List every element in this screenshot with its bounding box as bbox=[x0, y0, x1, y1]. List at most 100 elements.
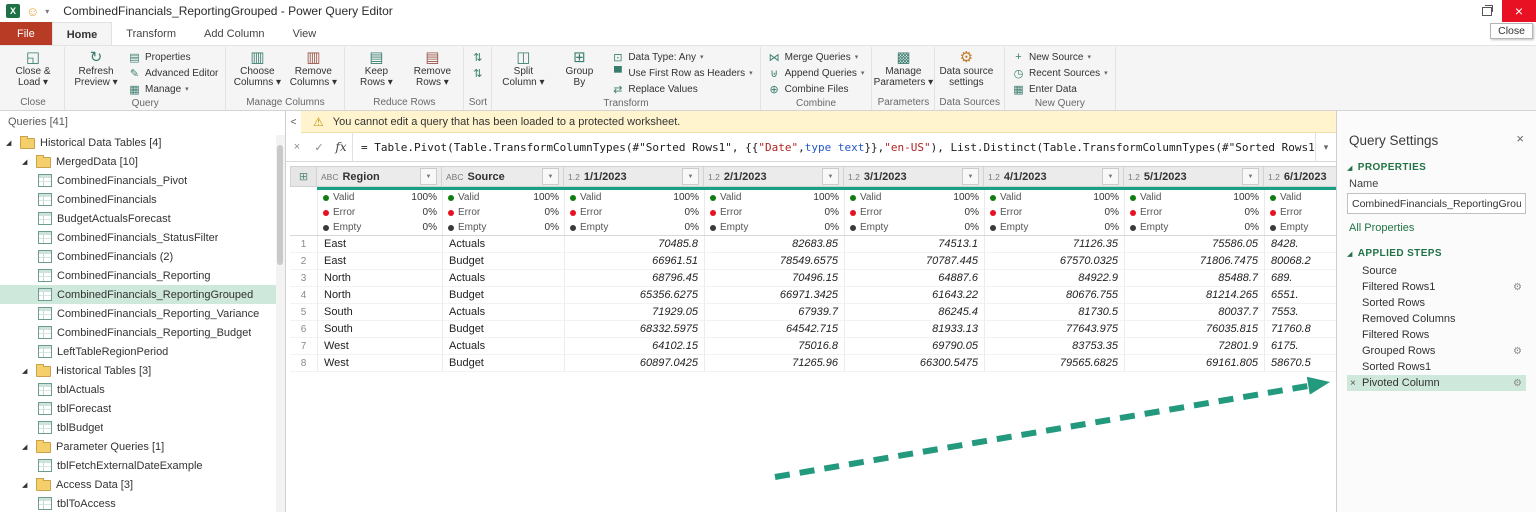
delete-step-icon[interactable]: × bbox=[1350, 378, 1356, 389]
column-header-source[interactable]: ABC Source ▼ bbox=[442, 166, 564, 187]
window-restore-button[interactable] bbox=[1472, 0, 1502, 22]
grid-cell[interactable]: 76035.815 bbox=[1124, 321, 1264, 338]
applied-step-sorted-rows1[interactable]: Sorted Rows1 bbox=[1347, 359, 1526, 375]
grid-cell[interactable]: 6551. bbox=[1264, 287, 1336, 304]
grid-cell[interactable]: 71126.35 bbox=[984, 236, 1124, 253]
grid-cell[interactable]: West bbox=[317, 355, 442, 372]
column-header-4-1-2023[interactable]: 1.2 4/1/2023 ▼ bbox=[984, 166, 1124, 187]
new-source-button[interactable]: + New Source ▾ bbox=[1009, 49, 1111, 65]
column-header-1-1-2023[interactable]: 1.2 1/1/2023 ▼ bbox=[564, 166, 704, 187]
query-item-combinedfinancials[interactable]: CombinedFinancials bbox=[0, 190, 285, 209]
query-item-combinedfinancials-reporting-variance[interactable]: CombinedFinancials_Reporting_Variance bbox=[0, 304, 285, 323]
step-settings-icon[interactable]: ⚙ bbox=[1513, 346, 1522, 357]
formula-input[interactable]: = Table.Pivot(Table.TransformColumnTypes… bbox=[352, 133, 1315, 161]
collapse-queries-pane-button[interactable]: < bbox=[286, 111, 301, 133]
query-item-tblbudget[interactable]: tblBudget bbox=[0, 418, 285, 437]
split-column-button[interactable]: ◫ Split Column ▾ bbox=[496, 48, 550, 97]
expander-icon[interactable]: ◢ bbox=[22, 481, 31, 489]
grid-cell[interactable]: 83753.35 bbox=[984, 338, 1124, 355]
expander-icon[interactable]: ◢ bbox=[22, 367, 31, 375]
column-header-3-1-2023[interactable]: 1.2 3/1/2023 ▼ bbox=[844, 166, 984, 187]
sort-descending-button[interactable]: ⇅ bbox=[468, 65, 487, 81]
filter-dropdown-icon[interactable]: ▼ bbox=[822, 168, 839, 185]
query-group-historical-tables-3[interactable]: ◢ Historical Tables [3] bbox=[0, 361, 285, 380]
grid-cell[interactable]: 68796.45 bbox=[564, 270, 704, 287]
grid-cell[interactable]: 81730.5 bbox=[984, 304, 1124, 321]
grid-cell[interactable]: 64887.6 bbox=[844, 270, 984, 287]
applied-step-source[interactable]: Source bbox=[1347, 263, 1526, 279]
grid-cell[interactable]: 7553. bbox=[1264, 304, 1336, 321]
refresh-preview-button[interactable]: ↻ Refresh Preview ▾ bbox=[69, 48, 123, 97]
grid-cell[interactable]: East bbox=[317, 236, 442, 253]
grid-cell[interactable]: 6175. bbox=[1264, 338, 1336, 355]
query-item-tblforecast[interactable]: tblForecast bbox=[0, 399, 285, 418]
grid-cell[interactable]: 85488.7 bbox=[1124, 270, 1264, 287]
grid-cell[interactable]: North bbox=[317, 287, 442, 304]
step-settings-icon[interactable]: ⚙ bbox=[1513, 378, 1522, 389]
enter-data-button[interactable]: ▦ Enter Data bbox=[1009, 81, 1111, 97]
grid-cell[interactable]: Budget bbox=[442, 253, 564, 270]
close-and-load-button[interactable]: ◱ Close & Load ▾ bbox=[6, 48, 60, 96]
grid-cell[interactable]: Budget bbox=[442, 355, 564, 372]
query-item-combinedfinancials-reporting-budget[interactable]: CombinedFinancials_Reporting_Budget bbox=[0, 323, 285, 342]
applied-step-grouped-rows[interactable]: Grouped Rows ⚙ bbox=[1347, 343, 1526, 359]
manage-query-button[interactable]: ▦ Manage ▾ bbox=[125, 81, 221, 97]
append-queries-button[interactable]: ⊎ Append Queries ▾ bbox=[765, 65, 868, 81]
grid-cell[interactable]: 84922.9 bbox=[984, 270, 1124, 287]
query-group-parameter-queries-1[interactable]: ◢ Parameter Queries [1] bbox=[0, 437, 285, 456]
query-item-tblfetchexternaldateexample[interactable]: tblFetchExternalDateExample bbox=[0, 456, 285, 475]
query-item-budgetactualsforecast[interactable]: BudgetActualsForecast bbox=[0, 209, 285, 228]
grid-cell[interactable]: 70496.15 bbox=[704, 270, 844, 287]
grid-cell[interactable]: 71806.7475 bbox=[1124, 253, 1264, 270]
grid-cell[interactable]: West bbox=[317, 338, 442, 355]
query-item-combinedfinancials-statusfilter[interactable]: CombinedFinancials_StatusFilter bbox=[0, 228, 285, 247]
query-group-access-data-3[interactable]: ◢ Access Data [3] bbox=[0, 475, 285, 494]
grid-cell[interactable]: Actuals bbox=[442, 236, 564, 253]
filter-dropdown-icon[interactable]: ▼ bbox=[1242, 168, 1259, 185]
all-properties-link[interactable]: All Properties bbox=[1349, 222, 1414, 234]
grid-cell[interactable]: 67570.0325 bbox=[984, 253, 1124, 270]
feedback-smiley-icon[interactable]: ☺ bbox=[26, 5, 39, 18]
grid-cell[interactable]: 67939.7 bbox=[704, 304, 844, 321]
grid-cell[interactable]: 80676.755 bbox=[984, 287, 1124, 304]
advanced-editor-button[interactable]: ✎ Advanced Editor bbox=[125, 65, 221, 81]
applied-steps-section-header[interactable]: ◢ APPLIED STEPS bbox=[1347, 248, 1526, 259]
expander-icon[interactable]: ◢ bbox=[6, 139, 15, 147]
formula-expand-chevron-icon[interactable]: ▾ bbox=[1315, 133, 1336, 161]
grid-cell[interactable]: 66971.3425 bbox=[704, 287, 844, 304]
replace-values-button[interactable]: ⇄ Replace Values bbox=[608, 81, 755, 97]
quick-access-caret-icon[interactable]: ▾ bbox=[45, 7, 49, 16]
grid-cell[interactable]: 75586.05 bbox=[1124, 236, 1264, 253]
filter-dropdown-icon[interactable]: ▼ bbox=[542, 168, 559, 185]
grid-cell[interactable]: 82683.85 bbox=[704, 236, 844, 253]
grid-cell[interactable]: 65356.6275 bbox=[564, 287, 704, 304]
grid-cell[interactable]: 86245.4 bbox=[844, 304, 984, 321]
grid-cell[interactable]: 72801.9 bbox=[1124, 338, 1264, 355]
window-close-button[interactable]: × bbox=[1502, 0, 1536, 22]
query-name-input[interactable] bbox=[1347, 193, 1526, 214]
filter-dropdown-icon[interactable]: ▼ bbox=[420, 168, 437, 185]
grid-cell[interactable]: 71265.96 bbox=[704, 355, 844, 372]
grid-cell[interactable]: East bbox=[317, 253, 442, 270]
grid-cell[interactable]: 68332.5975 bbox=[564, 321, 704, 338]
grid-cell[interactable]: 689. bbox=[1264, 270, 1336, 287]
filter-dropdown-icon[interactable]: ▼ bbox=[1102, 168, 1119, 185]
grid-cell[interactable]: 81933.13 bbox=[844, 321, 984, 338]
applied-step-filtered-rows1[interactable]: Filtered Rows1 ⚙ bbox=[1347, 279, 1526, 295]
grid-cell[interactable]: South bbox=[317, 304, 442, 321]
row-number[interactable]: 5 bbox=[290, 304, 317, 321]
combine-files-button[interactable]: ⊕ Combine Files bbox=[765, 81, 868, 97]
properties-section-header[interactable]: ◢ PROPERTIES bbox=[1347, 162, 1526, 173]
applied-step-sorted-rows[interactable]: Sorted Rows bbox=[1347, 295, 1526, 311]
grid-cell[interactable]: 71760.8 bbox=[1264, 321, 1336, 338]
grid-cell[interactable]: 8428. bbox=[1264, 236, 1336, 253]
grid-cell[interactable]: 66300.5475 bbox=[844, 355, 984, 372]
step-settings-icon[interactable]: ⚙ bbox=[1513, 282, 1522, 293]
applied-step-filtered-rows[interactable]: Filtered Rows bbox=[1347, 327, 1526, 343]
row-number[interactable]: 1 bbox=[290, 236, 317, 253]
ribbon-tab-file[interactable]: File bbox=[0, 22, 52, 45]
settings-close-icon[interactable]: × bbox=[1516, 131, 1524, 146]
grid-cell[interactable]: 69790.05 bbox=[844, 338, 984, 355]
grid-cell[interactable]: 64102.15 bbox=[564, 338, 704, 355]
query-item-combinedfinancials-2[interactable]: CombinedFinancials (2) bbox=[0, 247, 285, 266]
